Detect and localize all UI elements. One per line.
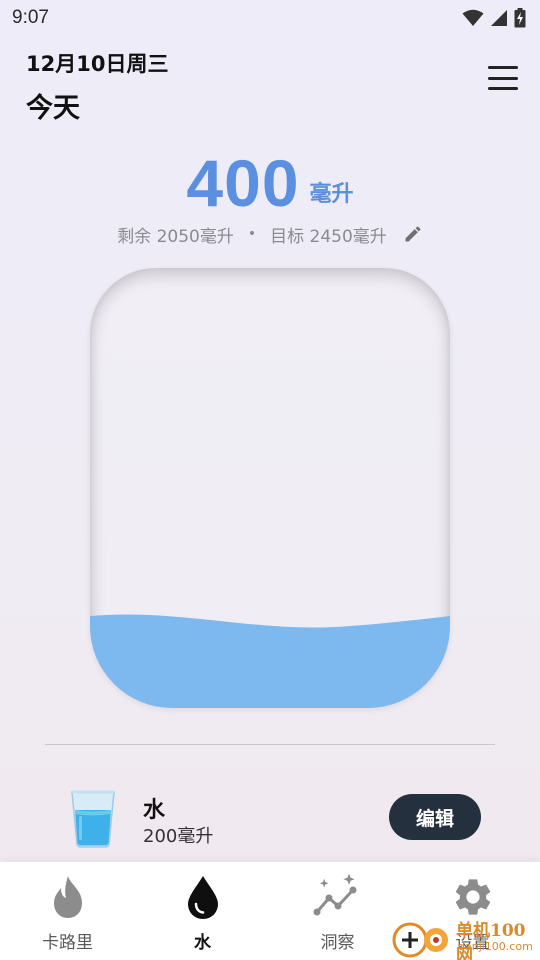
watermark-logo: 单机100网 danji100.com [392, 912, 540, 960]
status-icons [462, 8, 526, 28]
page-title: 今天 [26, 93, 80, 124]
goal-text: 目标 2450毫升 [270, 226, 387, 247]
insights-icon [313, 874, 356, 916]
log-item-amount: 200毫升 [143, 826, 214, 847]
water-drop-icon [187, 876, 218, 919]
separator-dot: • [247, 226, 257, 242]
nav-item-insights[interactable]: 洞察 [270, 862, 405, 960]
menu-line [488, 66, 518, 69]
intake-unit: 毫升 [309, 182, 354, 207]
intake-value: 400 [186, 146, 300, 220]
nav-label: 卡路里 [42, 933, 93, 953]
status-time: 9:07 [12, 7, 49, 28]
cellular-icon [491, 10, 507, 26]
edit-button[interactable]: 编辑 [389, 794, 481, 840]
nav-item-water[interactable]: 水 [135, 862, 270, 960]
divider [45, 744, 495, 745]
battery-charging-icon [514, 8, 526, 28]
hamburger-menu-icon[interactable] [488, 66, 518, 90]
date-title: 12月10日周三 [26, 52, 169, 76]
edit-goal-button[interactable] [403, 224, 423, 244]
water-cup[interactable] [90, 268, 450, 708]
pencil-icon [405, 226, 421, 242]
flame-icon [53, 876, 82, 918]
watermark-url: danji100.com [458, 940, 533, 953]
watermark-text: 单机100网 [456, 921, 526, 960]
menu-line [488, 76, 518, 80]
water-level [90, 614, 450, 708]
wifi-icon [462, 9, 484, 26]
list-item: 水 200毫升 编辑 [0, 780, 540, 854]
status-bar: 9:07 [0, 0, 540, 36]
nav-label: 洞察 [320, 933, 355, 953]
water-fill [90, 614, 450, 708]
menu-line [488, 87, 518, 90]
nav-item-calories[interactable]: 卡路里 [0, 862, 135, 960]
watermark-emblem-icon [392, 922, 448, 958]
log-item-name: 水 [143, 798, 166, 823]
water-glass-icon [71, 790, 115, 848]
remaining-text: 剩余 2050毫升 [117, 226, 234, 247]
intake-summary: 剩余 2050毫升 • 目标 2450毫升 [0, 220, 540, 248]
intake-total: 400 毫升 [0, 140, 540, 216]
nav-label: 水 [194, 933, 211, 953]
